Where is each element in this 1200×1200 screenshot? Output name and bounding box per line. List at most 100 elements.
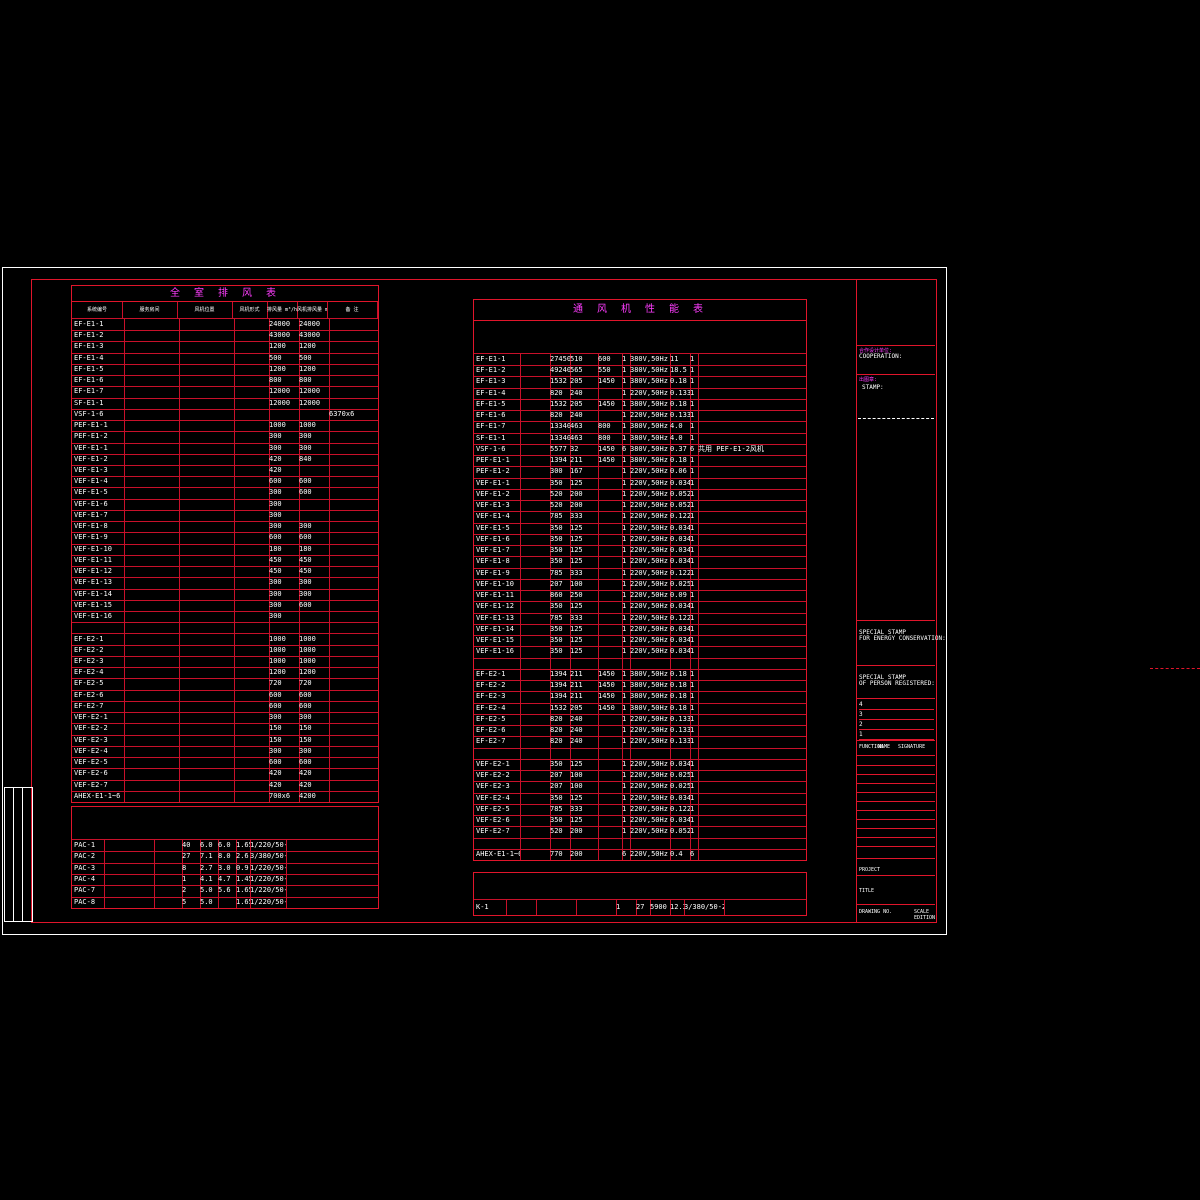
exhaust-table-row-cell: VEF-E1-14 — [72, 588, 125, 600]
unit-table-row-cell: 3/380/50-22 — [682, 900, 725, 915]
fan-table-row-cell: VEF-E1-1 — [474, 477, 521, 489]
signature-line — [857, 819, 935, 820]
exhaust-table-row-cell — [177, 700, 235, 713]
exhaust-table-row-cell — [327, 353, 378, 364]
exhaust-table-row-cell — [232, 319, 270, 331]
exhaust-table-row-cell — [177, 566, 235, 578]
fan-table-row-cell: 333 — [568, 567, 599, 579]
fan-table-row-cell: 211 — [568, 455, 599, 467]
fan-table-row-cell — [696, 770, 806, 781]
fan-table-row-cell: 380V,50Hz — [628, 421, 671, 433]
fan-table-row-cell: 211 — [568, 680, 599, 692]
fan-table-row-cell — [518, 432, 551, 444]
exhaust-table-row-cell — [327, 589, 378, 600]
fan-table-row-cell: 205 — [568, 398, 599, 411]
exhaust-table-row-cell — [232, 700, 270, 713]
exhaust-table-row-cell: 300 — [267, 442, 300, 454]
exhaust-table-row-cell — [327, 791, 378, 802]
exhaust-table-row-cell — [297, 622, 330, 634]
exhaust-table-row-cell — [177, 588, 235, 600]
name-label: NAME — [878, 744, 891, 750]
exhaust-table-row-cell — [122, 543, 180, 555]
exhaust-table-row-cell — [232, 622, 270, 634]
exhaust-table-row-cell — [327, 645, 378, 656]
exhaust-table-row-cell — [122, 397, 180, 409]
fan-table-row-cell: 220V,50Hz — [628, 803, 671, 815]
exhaust-table-row-cell: EF-E1-3 — [72, 341, 125, 353]
signature-line — [857, 837, 935, 838]
pac-table-row-cell: 3/380/50-22 — [248, 851, 287, 863]
fan-table-row-cell — [518, 578, 551, 591]
exhaust-table-row-cell — [122, 667, 180, 679]
stamp-label-cn: 出图章: — [859, 377, 878, 383]
fan-table-row-cell — [696, 568, 806, 579]
fan-table-row-cell: EF-E2-7 — [474, 736, 521, 748]
exhaust-table-row-cell — [327, 634, 378, 645]
exhaust-table-row-cell — [122, 341, 180, 353]
exhaust-table-row-cell — [122, 779, 180, 791]
exhaust-table-row-cell: EF-E1-2 — [72, 330, 125, 342]
pac-table-row-cell — [102, 862, 155, 874]
fan-table-row-cell — [518, 387, 551, 399]
fan-table-row-cell: 220V,50Hz — [628, 725, 671, 737]
fan-table-row-cell: VEF-E2-7 — [474, 826, 521, 838]
exhaust-table-row-cell: 300 — [297, 431, 330, 443]
exhaust-table-row-cell: PEF-E1-2 — [72, 431, 125, 443]
signature-line — [857, 828, 935, 829]
exhaust-table-row-cell — [122, 476, 180, 488]
fan-table-row-cell — [474, 837, 521, 849]
exhaust-table-row-cell: EF-E1-4 — [72, 352, 125, 364]
exhaust-table-row-cell — [232, 734, 270, 746]
fan-table-row-cell: 510 — [568, 354, 599, 366]
fan-table-row-cell — [696, 421, 806, 432]
fan-table-row-cell — [696, 669, 806, 680]
title-label: TITLE — [859, 888, 875, 894]
exhaust-table-row-cell — [177, 319, 235, 331]
exhaust-table-row-cell: 4200 — [297, 790, 330, 802]
fan-table-row-cell — [696, 478, 806, 489]
exhaust-table-row-cell: 420 — [267, 779, 300, 791]
unit-table-row-cell: K-1 — [474, 900, 507, 915]
pac-table-row-cell — [284, 874, 378, 885]
exhaust-table-row-cell — [177, 734, 235, 746]
fan-table-row-cell — [696, 725, 806, 736]
exhaust-air-table-header: 系统编号服务房间风机位置风机形式排风量 m³/h风机排风量 m³/h备 注 — [72, 302, 378, 319]
exhaust-table-row-cell — [177, 408, 235, 421]
fan-table-row-cell — [696, 354, 806, 365]
fan-table-row-cell — [696, 511, 806, 522]
pac-table-row-cell: 1/220/50-22 — [248, 885, 287, 897]
fan-table-row-cell: VEF-E1-15 — [474, 635, 521, 647]
fan-table-row-cell — [596, 736, 623, 748]
fan-table-row-cell: 463 — [568, 421, 599, 433]
exhaust-table-row-cell — [232, 723, 270, 735]
fan-table-row-cell — [596, 522, 623, 534]
exhaust-table-row-cell — [122, 498, 180, 510]
exhaust-table-row-cell: 450 — [297, 566, 330, 578]
pac-table-row-cell — [152, 851, 183, 863]
fan-table-row-cell — [518, 713, 551, 726]
exhaust-table-row-cell: 12000 — [267, 386, 300, 398]
exhaust-table-row-cell: VEF-E2-6 — [72, 768, 125, 780]
exhaust-table-row-cell — [327, 465, 378, 476]
fan-table-row-cell: 125 — [568, 601, 599, 613]
special-stamp-2b: OF PERSON REGISTERED: — [859, 680, 935, 687]
exhaust-table-row-cell — [327, 600, 378, 611]
fan-table-row-cell — [518, 567, 551, 579]
exhaust-table-row-cell — [327, 712, 378, 723]
exhaust-table-row-cell — [232, 611, 270, 623]
fan-table-row-cell: 220V,50Hz — [628, 522, 671, 534]
fan-table-row-cell: 220V,50Hz — [628, 477, 671, 489]
exhaust-table-row-cell — [177, 790, 235, 802]
pac-table-row-cell — [102, 874, 155, 886]
fan-table-row-cell — [518, 522, 551, 534]
fan-table-row-cell — [596, 533, 623, 546]
fan-table-row-cell — [596, 646, 623, 658]
exhaust-table-row-cell: 500 — [297, 352, 330, 364]
exhaust-table-row-cell: 1000 — [267, 644, 300, 656]
exhaust-table-row-cell — [297, 465, 330, 477]
exhaust-table-row-cell — [232, 712, 270, 724]
fan-table-row-cell — [518, 635, 551, 647]
fan-table-row-cell — [518, 466, 551, 478]
fan-table-row-cell: EF-E2-1 — [474, 668, 521, 681]
exhaust-table-row-cell — [177, 655, 235, 668]
